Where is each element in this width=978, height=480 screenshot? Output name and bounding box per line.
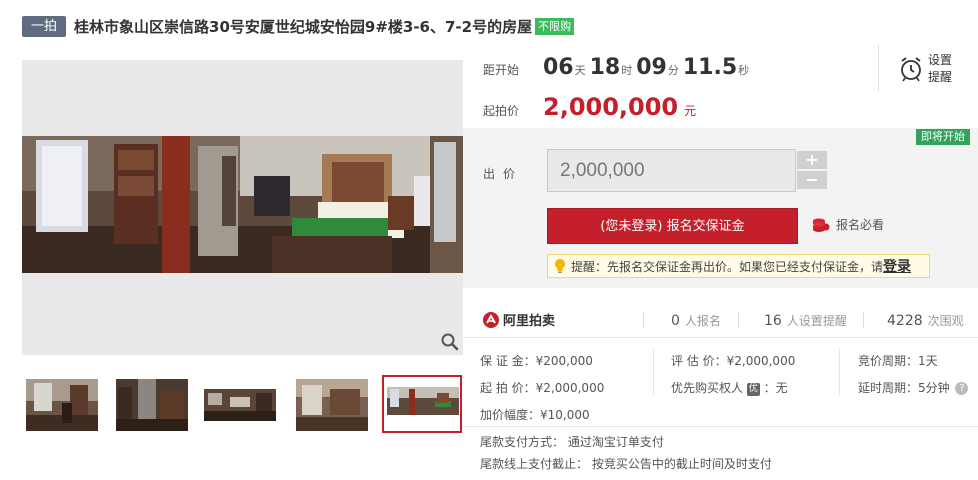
countdown-hours: 18 (589, 55, 621, 80)
bid-area: 即将开始 出价 2,000,000 + − (您未登录) 报名交保证金 报名必看… (463, 128, 978, 288)
no-purchase-limit-badge: 不限购 (535, 17, 575, 35)
set-reminder-line2: 提醒 (928, 70, 953, 84)
thumbnail-1[interactable] (22, 375, 102, 433)
lightbulb-icon (555, 259, 565, 273)
payment-method-info: 尾款支付方式： 通过淘宝订单支付 (480, 435, 664, 449)
priority-buyer-value: ：无 (763, 381, 788, 395)
countdown-seconds-unit: 秒 (738, 64, 750, 77)
login-tip-box: 提醒：先报名交保证金再出价。如果您已经支付保证金，请 登录 (547, 254, 930, 278)
set-reminder-label: 设置 提醒 (928, 52, 952, 86)
starting-price-unit: 元 (684, 104, 697, 118)
room-panorama-photo (22, 136, 463, 273)
details-divider-line (463, 426, 978, 427)
coming-soon-badge: 即将开始 (916, 129, 970, 145)
thumbnail-5-selected[interactable] (382, 375, 462, 433)
auction-info-panel: 距开始 06 天 18 时 09 分 11.5 秒 起拍价 2,000,000 … (463, 45, 978, 480)
page-title: 桂林市象山区崇信路30号安厦世纪城安怡园9#楼3-6、7-2号的房屋 (74, 17, 533, 36)
delay-cycle-text: 延时周期：5分钟 (858, 381, 950, 395)
tip-text: 提醒：先报名交保证金再出价。如果您已经支付保证金，请 (571, 259, 884, 274)
start-price-info: 起 拍 价：¥2,000,000 (480, 381, 605, 395)
thumbnail-5-image (387, 387, 459, 415)
countdown: 距开始 06 天 18 时 09 分 11.5 秒 (483, 55, 753, 85)
details-divider (653, 349, 654, 395)
increment-info: 加价幅度：¥10,000 (480, 408, 590, 422)
stat-divider (643, 312, 644, 328)
stats-row: 阿里拍卖 0 人报名 16 人设置提醒 4228 次围观 (463, 303, 978, 335)
priority-buyer-info: 优先购买权人 优 ：无 (671, 379, 788, 396)
countdown-days-unit: 天 (574, 64, 586, 77)
view-count: 4228 次围观 (887, 312, 964, 329)
bid-decrease-button[interactable]: − (797, 171, 827, 189)
set-reminder-button[interactable]: 设置 提醒 (899, 51, 969, 87)
starting-price-row: 起拍价 2,000,000 元 (483, 93, 696, 121)
reminder-count-label: 人设置提醒 (786, 314, 847, 328)
countdown-minutes: 09 (636, 55, 667, 80)
priority-badge: 优 (746, 383, 760, 396)
appraisal-info: 评 估 价：¥2,000,000 (671, 354, 796, 368)
title-row: 一拍 桂林市象山区崇信路30号安厦世纪城安怡园9#楼3-6、7-2号的房屋 不限… (22, 14, 575, 38)
thumbnail-4[interactable] (292, 375, 372, 433)
countdown-seconds: 11.5 (682, 55, 738, 80)
signup-count: 0 人报名 (671, 312, 721, 329)
starting-price-label: 起拍价 (483, 104, 520, 118)
priority-buyer-label: 优先购买权人 (671, 381, 744, 395)
signup-count-label: 人报名 (684, 314, 721, 328)
stats-divider-line (463, 337, 978, 338)
auction-round-tag: 一拍 (22, 15, 67, 37)
ali-auction-logo: 阿里拍卖 (483, 310, 555, 329)
remind-divider (878, 45, 879, 91)
details-divider (839, 349, 840, 395)
must-read-label: 报名必看 (836, 218, 885, 232)
reminder-count-number: 16 (764, 313, 782, 329)
bid-increase-button[interactable]: + (797, 151, 827, 169)
thumbnail-2[interactable] (112, 375, 192, 433)
register-deposit-button[interactable]: (您未登录) 报名交保证金 (547, 208, 798, 244)
stat-divider (738, 312, 739, 328)
alarm-clock-icon (901, 57, 921, 82)
must-read-link[interactable]: 报名必看 (812, 216, 884, 233)
reminder-count: 16 人设置提醒 (764, 312, 847, 329)
thumbnail-2-image (116, 379, 188, 431)
signup-count-number: 0 (671, 313, 680, 329)
countdown-minutes-unit: 分 (667, 64, 679, 77)
delay-cycle-info: 延时周期：5分钟 ? (858, 379, 969, 396)
deposit-info: 保 证 金：¥200,000 (480, 354, 593, 368)
coin-stack-icon (813, 218, 830, 232)
thumbnail-4-image (296, 379, 368, 431)
bidding-cycle-info: 竞价周期：1天 (858, 354, 938, 368)
help-question-icon[interactable]: ? (955, 382, 969, 395)
stat-divider (863, 312, 864, 328)
thumbnail-3-image (204, 379, 276, 431)
zoom-magnifier-icon[interactable] (440, 332, 460, 352)
thumbnail-3[interactable] (200, 375, 280, 433)
ali-auction-logo-text: 阿里拍卖 (503, 314, 556, 329)
thumbnail-1-image (26, 379, 98, 431)
bid-amount-input[interactable]: 2,000,000 (547, 149, 796, 192)
starting-price-value: 2,000,000 (543, 93, 679, 121)
view-count-number: 4228 (887, 313, 923, 329)
thumbnail-strip (22, 375, 463, 435)
ali-auction-logo-icon (483, 311, 499, 328)
countdown-label: 距开始 (483, 63, 520, 77)
set-reminder-line1: 设置 (928, 53, 953, 67)
view-count-label: 次围观 (927, 314, 964, 328)
countdown-days: 06 (543, 55, 574, 80)
payment-deadline-info: 尾款线上支付截止： 按竞买公告中的截止时间及时支付 (480, 457, 772, 471)
countdown-hours-unit: 时 (621, 64, 633, 77)
login-link[interactable]: 登录 (883, 256, 911, 276)
bid-label: 出价 (483, 167, 524, 181)
main-image-viewer[interactable] (22, 60, 463, 355)
